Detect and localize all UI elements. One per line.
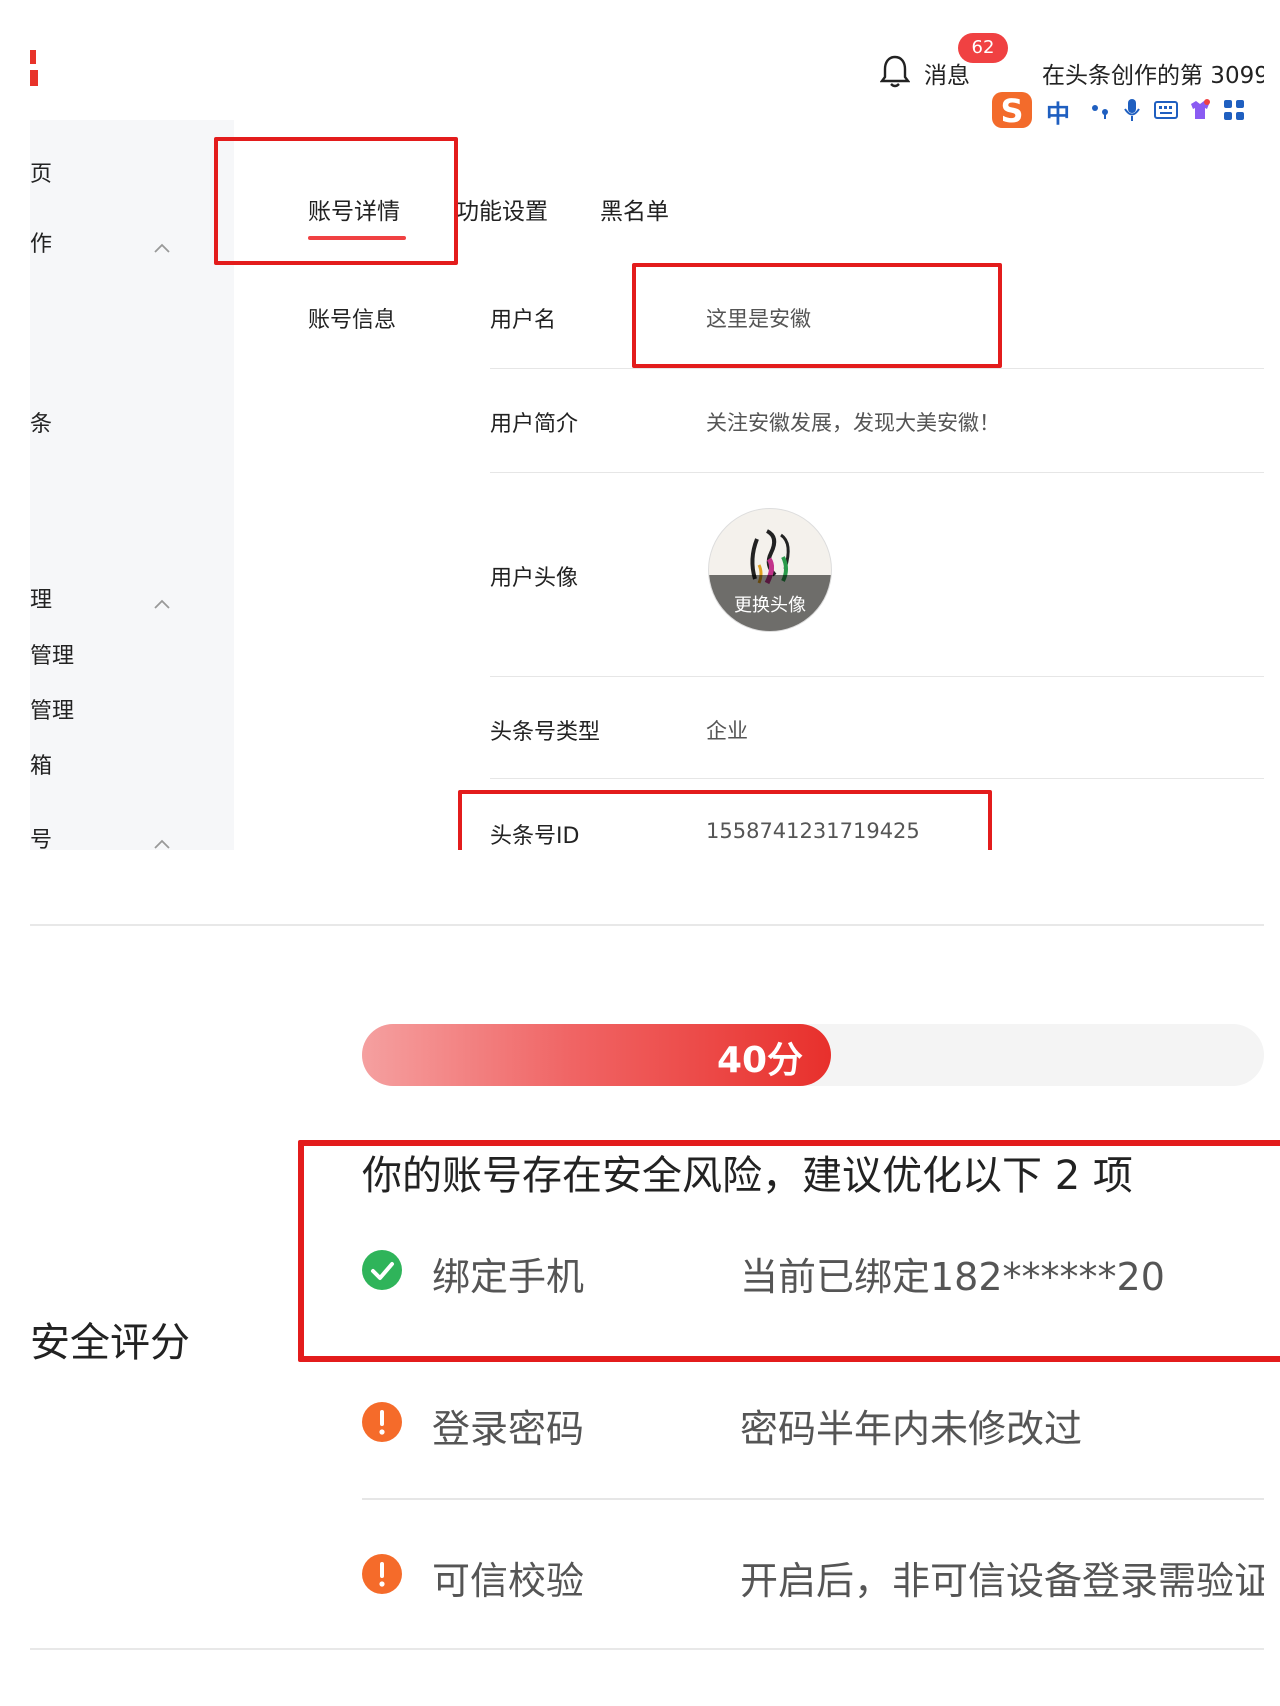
ime-language-toggle[interactable]: 中 — [1046, 94, 1070, 129]
tab-feature-settings[interactable]: 功能设置 — [456, 192, 548, 226]
row-divider — [490, 676, 1264, 677]
avatar[interactable]: 更换头像 — [708, 508, 832, 632]
chevron-up-icon[interactable] — [154, 594, 170, 609]
row-divider — [490, 778, 1264, 779]
ime-toolbar: S 中 — [990, 88, 1264, 132]
security-score-label: 安全评分 — [30, 1320, 190, 1366]
section-title: 账号信息 — [308, 308, 397, 333]
sidebar-item-content-manage[interactable]: 管理 — [30, 638, 74, 670]
change-avatar-button[interactable]: 更换头像 — [709, 591, 831, 617]
bottom-divider — [30, 1648, 1264, 1650]
sidebar-item-weitoutiao[interactable]: 条 — [30, 406, 52, 438]
account-settings-screen: 消息 62 在头条创作的第 3099 天 S 中 页 作 — [0, 0, 1280, 850]
account-type-value: 企业 — [706, 719, 748, 743]
skin-icon[interactable] — [1188, 98, 1212, 122]
item-login-password-desc[interactable]: 密码半年内未修改过 — [740, 1398, 1082, 1453]
chevron-up-icon[interactable] — [154, 238, 170, 253]
item-trusted-verify-desc[interactable]: 开启后，非可信设备登录需验证手 — [740, 1550, 1264, 1605]
highlight-box-tab — [214, 137, 458, 265]
messages-link[interactable]: 消息 — [924, 56, 970, 90]
svg-text:S: S — [1000, 92, 1023, 130]
avatar-label: 用户头像 — [490, 566, 579, 591]
app-logo-fragment — [28, 48, 40, 90]
sidebar-item-home[interactable]: 页 — [30, 156, 52, 188]
warning-circle-icon — [362, 1554, 402, 1594]
messages-badge: 62 — [958, 33, 1008, 63]
apps-grid-icon[interactable] — [1222, 98, 1246, 122]
sidebar-item-material-box[interactable]: 箱 — [30, 748, 52, 780]
highlight-box-username — [632, 263, 1002, 368]
sidebar-group-create[interactable]: 作 — [30, 226, 52, 258]
microphone-icon[interactable] — [1120, 98, 1144, 122]
bio-value[interactable]: 关注安徽发展，发现大美安徽！ — [706, 407, 1000, 437]
bell-icon[interactable] — [879, 54, 911, 88]
creator-days-text: 在头条创作的第 3099 天 — [1042, 63, 1264, 89]
highlight-box-security — [298, 1140, 1280, 1362]
row-divider — [362, 1498, 1264, 1500]
sidebar-item-comment-manage[interactable]: 管理 — [30, 693, 74, 725]
sidebar-group-data[interactable]: 号 — [30, 822, 52, 850]
keyboard-icon[interactable] — [1154, 98, 1178, 122]
security-score-value: 40分 — [716, 1040, 804, 1081]
username-label: 用户名 — [490, 308, 557, 333]
row-divider — [490, 472, 1264, 473]
account-type-label: 头条号类型 — [490, 720, 601, 745]
warning-circle-icon — [362, 1402, 402, 1442]
row-divider — [490, 368, 1264, 369]
sidebar-group-manage[interactable]: 理 — [30, 582, 52, 614]
highlight-box-id — [458, 790, 992, 850]
chevron-up-icon[interactable] — [154, 834, 170, 849]
punctuation-icon[interactable] — [1088, 98, 1112, 122]
section-divider — [30, 924, 1264, 926]
bio-label: 用户简介 — [490, 412, 579, 437]
tab-blacklist[interactable]: 黑名单 — [600, 192, 669, 226]
sogou-ime-icon[interactable]: S — [990, 88, 1034, 132]
sidebar: 页 作 条 理 管理 管理 箱 号 — [30, 120, 234, 850]
item-trusted-verify-label: 可信校验 — [432, 1559, 585, 1603]
item-login-password-label: 登录密码 — [432, 1407, 585, 1451]
